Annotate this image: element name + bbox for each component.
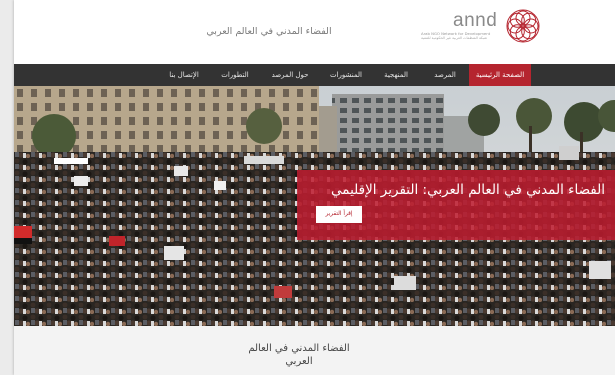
nav-item-publications[interactable]: المنشورات xyxy=(324,64,368,86)
intro-section: الفضاء المدني في العالم العربي xyxy=(14,326,615,375)
logo-wordmark: annd xyxy=(453,10,498,31)
intro-title: الفضاء المدني في العالم العربي xyxy=(248,343,350,367)
logo-rosette-icon xyxy=(506,9,540,43)
nav-item-observatory[interactable]: المرصد xyxy=(428,64,462,86)
site-header: الفضاء المدني في العالم العربي annd Arab… xyxy=(14,0,615,64)
main-nav: الصفحة الرئيسية المرصد المنهجية المنشورا… xyxy=(14,64,615,86)
annd-logo[interactable]: annd Arab NGO Network for Development شب… xyxy=(419,8,540,54)
hero-overlay: الفضاء المدني في العالم العربي: التقرير … xyxy=(297,170,615,240)
nav-item-home[interactable]: الصفحة الرئيسية xyxy=(469,64,531,86)
hero-heading: الفضاء المدني في العالم العربي: التقرير … xyxy=(331,182,605,198)
nav-item-methodology[interactable]: المنهجية xyxy=(376,64,416,86)
nav-item-about[interactable]: حول المرصد xyxy=(264,64,316,86)
page: الفضاء المدني في العالم العربي annd Arab… xyxy=(14,0,615,375)
site-title: الفضاء المدني في العالم العربي xyxy=(206,26,332,37)
read-report-button[interactable]: إقرأ التقرير xyxy=(316,206,362,223)
nav-item-contact[interactable]: الإتصال بنا xyxy=(162,64,206,86)
logo-tagline-ar: شبكة المنظمات العربية غير الحكومية للتنم… xyxy=(421,36,487,40)
hero-section: الفضاء المدني في العالم العربي: التقرير … xyxy=(14,86,615,326)
nav-item-developments[interactable]: التطورات xyxy=(214,64,256,86)
